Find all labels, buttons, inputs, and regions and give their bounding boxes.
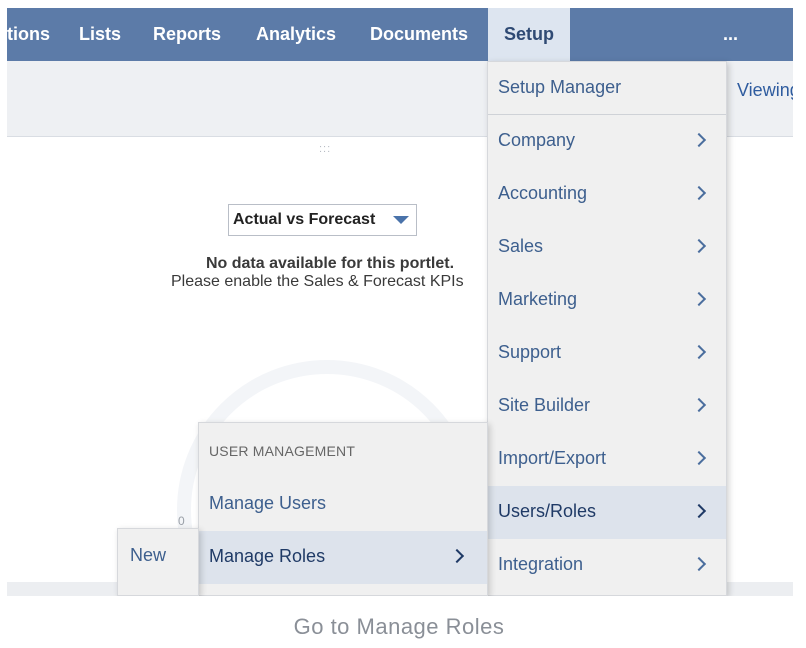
chevron-right-icon <box>691 238 707 254</box>
chevron-right-icon <box>691 291 707 307</box>
chevron-right-icon <box>691 556 707 572</box>
menu-item-site-builder[interactable]: Site Builder <box>488 380 726 433</box>
new-flyout-menu: New <box>117 528 199 596</box>
chevron-right-icon <box>449 548 465 564</box>
menu-item-label: Manage Users <box>209 493 327 513</box>
menu-item-label: Import/Export <box>498 448 607 468</box>
portlet-select-value: Actual vs Forecast <box>233 211 376 228</box>
menu-item-label: Users/Roles <box>498 501 597 521</box>
menu-item-marketing[interactable]: Marketing <box>488 274 726 327</box>
chevron-right-icon <box>691 503 707 519</box>
chevron-right-icon <box>691 132 707 148</box>
menu-item-manage-roles[interactable]: Manage Roles <box>199 531 487 584</box>
menu-item-label: Marketing <box>498 289 578 309</box>
nav-tab-documents[interactable]: Documents <box>370 8 468 61</box>
nav-tab-reports[interactable]: Reports <box>153 8 221 61</box>
nav-more-button[interactable]: ... <box>723 8 738 61</box>
menu-item-accounting[interactable]: Accounting <box>488 168 726 221</box>
chart-zero-label: 0 <box>178 514 185 528</box>
menu-item-manage-users[interactable]: Manage Users <box>199 478 487 531</box>
stage: tions Lists Reports Analytics Documents … <box>0 0 806 648</box>
chevron-right-icon <box>691 344 707 360</box>
menu-item-sales[interactable]: Sales <box>488 221 726 274</box>
menu-item-label: Site Builder <box>498 395 591 415</box>
viewing-link[interactable]: Viewing <box>737 80 793 101</box>
step-caption: Go to Manage Roles <box>293 614 505 639</box>
menu-item-integration[interactable]: Integration <box>488 539 726 592</box>
nav-tab-analytics[interactable]: Analytics <box>256 8 336 61</box>
chevron-right-icon <box>691 450 707 466</box>
menu-item-label: Setup Manager <box>498 77 622 97</box>
screenshot-frame: tions Lists Reports Analytics Documents … <box>7 8 793 596</box>
no-data-message: Please enable the Sales & Forecast KPIs <box>171 273 464 290</box>
chevron-right-icon <box>691 397 707 413</box>
menu-item-label: Support <box>498 342 562 362</box>
setup-dropdown-menu: Setup Manager Company Accounting Sales M… <box>487 61 727 596</box>
menu-item-label: Accounting <box>498 183 588 203</box>
menu-item-new[interactable]: New <box>130 545 166 566</box>
menu-item-label: Manage Roles <box>209 546 326 566</box>
menu-item-label: Company <box>498 130 576 150</box>
menu-item-label: Integration <box>498 554 584 574</box>
user-management-submenu: USER MANAGEMENT Manage Users Manage Role… <box>198 422 488 596</box>
menu-item-support[interactable]: Support <box>488 327 726 380</box>
top-nav-bar: tions Lists Reports Analytics Documents … <box>7 8 793 61</box>
portlet-view-select[interactable]: Actual vs Forecast <box>228 204 417 236</box>
nav-tab-setup[interactable]: Setup <box>488 8 571 61</box>
chevron-right-icon <box>691 185 707 201</box>
menu-item-users-roles[interactable]: Users/Roles <box>488 486 726 539</box>
menu-item-label: Sales <box>498 236 544 256</box>
nav-tab-lists[interactable]: Lists <box>79 8 121 61</box>
menu-item-import-export[interactable]: Import/Export <box>488 433 726 486</box>
submenu-heading: USER MANAGEMENT <box>209 443 356 459</box>
menu-item-setup-manager[interactable]: Setup Manager <box>488 62 726 115</box>
drag-handle-icon[interactable]: ::: <box>319 143 331 155</box>
dropdown-arrow-icon <box>386 205 416 235</box>
nav-tab-transactions[interactable]: tions <box>7 8 50 61</box>
menu-item-company[interactable]: Company <box>488 115 726 168</box>
